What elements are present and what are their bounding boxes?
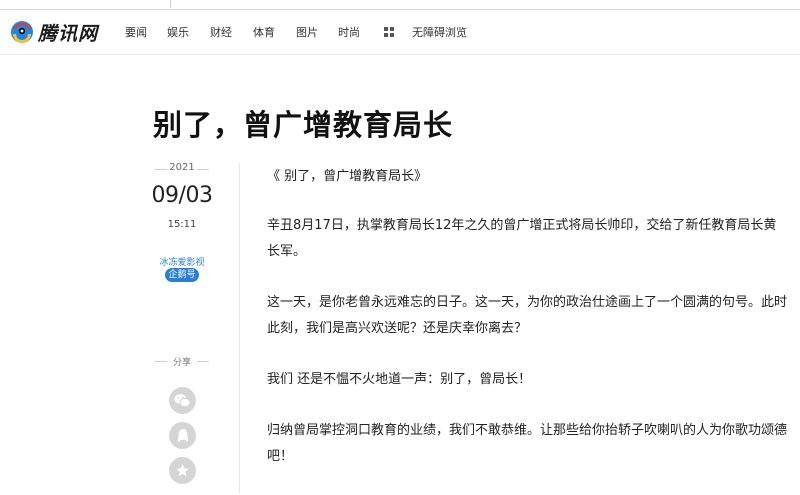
nav-item-finance[interactable]: 财经 [210, 10, 232, 54]
author-name[interactable]: 冰冻爱影视 [155, 255, 209, 268]
author-badge[interactable]: 企鹅号 [165, 268, 199, 282]
article-paragraph: 归纳曾局掌控洞口教育的业绩，我们不敢恭维。让那些给你抬轿子吹喇叭的人为你歌功颂德… [267, 423, 788, 464]
nav-label[interactable]: 图片 [296, 24, 318, 40]
browser-top-strip [0, 0, 800, 10]
nav-label[interactable]: 时尚 [338, 24, 360, 40]
top-navigation-bar: 腾讯网 要闻 娱乐 财经 体育 图片 时尚 无障碍浏览 [0, 10, 800, 55]
accessible-browsing-label[interactable]: 无障碍浏览 [412, 24, 467, 40]
site-logo-text: 腾讯网 [38, 22, 99, 45]
nav-item-sports[interactable]: 体育 [253, 10, 275, 54]
nav-item-fashion[interactable]: 时尚 [338, 10, 360, 54]
nav-item-entertainment[interactable]: 娱乐 [167, 10, 189, 54]
article-paragraph: 这一天，是你老曾永远难忘的日子。这一天，为你的政治仕途画上了一个圆满的句号。此时… [267, 295, 788, 336]
article-body: 《 别了，曾广增教育局长》 辛丑8月17日，执掌教育局长12年之久的曾广增正式将… [267, 164, 787, 495]
nav-item-pictures[interactable]: 图片 [296, 10, 318, 54]
site-logo[interactable]: 腾讯网 [10, 18, 98, 46]
favorite-star-icon [176, 464, 189, 477]
article-paragraph: 辛丑8月17日，执掌教育局长12年之久的曾广增正式将局长帅印，交给了新任教育局长… [267, 218, 777, 259]
wechat-icon [174, 394, 191, 408]
share-favorite-button[interactable] [169, 457, 196, 484]
publish-month-day: 09/03 [151, 183, 213, 208]
publish-time: 15:11 [167, 219, 197, 230]
nav-label[interactable]: 财经 [210, 24, 232, 40]
column-divider [239, 163, 240, 493]
qq-icon [177, 428, 188, 442]
share-wechat-button[interactable] [169, 387, 196, 414]
publish-year: 2021 [155, 162, 209, 173]
article-paragraph: 我们 还是不愠不火地道一声：别了，曾局长！ [267, 372, 532, 387]
share-qq-button[interactable] [169, 422, 196, 449]
nav-label[interactable]: 娱乐 [167, 24, 189, 40]
article-title: 别了，曾广增教育局长 [153, 108, 454, 142]
share-label: 分享 [155, 355, 209, 368]
nav-label[interactable]: 要闻 [125, 24, 147, 40]
more-grid-icon[interactable] [384, 27, 394, 37]
nav-label[interactable]: 体育 [253, 24, 275, 40]
tencent-logo-icon [11, 21, 33, 43]
article-paragraph: 《 别了，曾广增教育局长》 [267, 169, 428, 184]
browser-tab-edge [0, 0, 171, 8]
accessible-browsing-link[interactable]: 无障碍浏览 [412, 10, 467, 54]
nav-item-news[interactable]: 要闻 [125, 10, 147, 54]
